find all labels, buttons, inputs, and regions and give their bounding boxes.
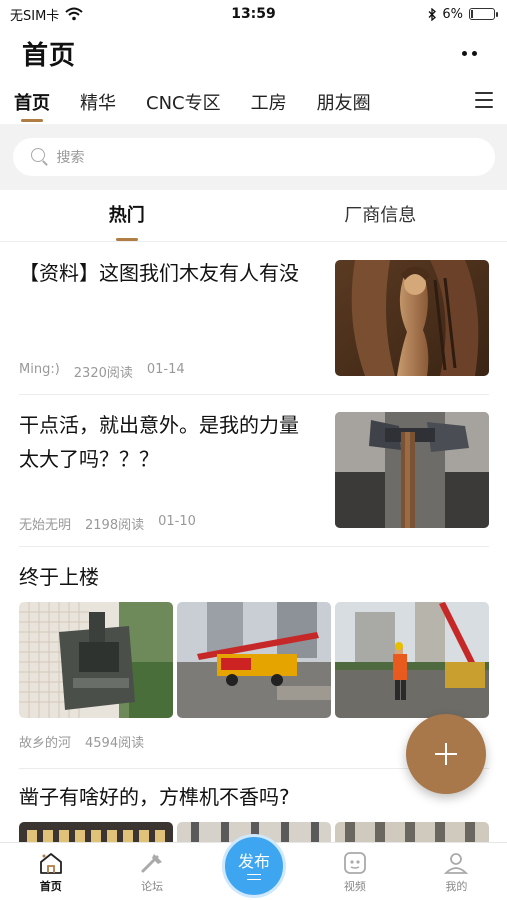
battery-fill xyxy=(471,10,473,18)
bluetooth-icon xyxy=(428,7,437,21)
post-title[interactable]: 终于上楼 xyxy=(19,560,489,594)
page-title: 首页 xyxy=(22,40,77,71)
more-options-icon[interactable] xyxy=(454,43,485,64)
publish-button[interactable]: 发布 xyxy=(222,834,286,898)
search-icon xyxy=(30,148,49,166)
channel-workshop[interactable]: 工房 xyxy=(251,80,287,124)
nav-profile[interactable]: 我的 xyxy=(406,843,507,894)
post-item[interactable]: 干点活，就出意外。是我的力量太大了吗？？？ 无始无明 2198阅读 01-10 xyxy=(19,394,489,546)
profile-icon xyxy=(444,853,469,874)
nav-profile-label: 我的 xyxy=(445,880,468,893)
channel-featured[interactable]: 精华 xyxy=(80,80,116,124)
post-author: Ming:) xyxy=(19,362,60,377)
nav-forum[interactable]: 论坛 xyxy=(101,843,202,894)
post-author: 故乡的河 xyxy=(19,736,72,751)
nav-video[interactable]: 视频 xyxy=(304,843,405,894)
status-right: 6% xyxy=(428,6,498,22)
divider xyxy=(19,546,489,547)
post-image[interactable] xyxy=(335,822,489,842)
post-title[interactable]: 凿子有啥好的，方榫机不香吗? xyxy=(19,780,489,814)
header: 首页 xyxy=(0,28,507,78)
post-meta: Ming:) 2320阅读 01-14 xyxy=(19,362,185,381)
nav-video-label: 视频 xyxy=(343,880,366,893)
search-area: 搜索 xyxy=(0,124,507,190)
channel-tabs: 首页 精华 CNC专区 工房 朋友圈 xyxy=(0,80,507,124)
post-image[interactable] xyxy=(335,602,489,718)
plus-icon xyxy=(435,743,457,765)
post-images xyxy=(19,602,489,718)
nav-forum-label: 论坛 xyxy=(141,880,164,893)
sub-tabs: 热门 厂商信息 xyxy=(0,190,507,242)
post-image[interactable] xyxy=(177,602,331,718)
nav-home-label: 首页 xyxy=(39,880,62,893)
post-author: 无始无明 xyxy=(19,518,72,533)
status-left: 无SIM卡 xyxy=(10,5,83,24)
channel-home[interactable]: 首页 xyxy=(14,80,50,124)
post-reads: 2320阅读 xyxy=(73,366,133,381)
post-item[interactable]: 凿子有啥好的，方榫机不香吗? xyxy=(19,780,489,842)
status-bar: 无SIM卡 13:59 6% xyxy=(0,0,507,28)
nav-home[interactable]: 首页 xyxy=(0,843,101,894)
post-date: 01-14 xyxy=(146,362,185,377)
channel-moments[interactable]: 朋友圈 xyxy=(317,80,371,124)
post-image[interactable] xyxy=(19,822,173,842)
post-image[interactable] xyxy=(19,602,173,718)
video-icon xyxy=(344,852,366,874)
post-item[interactable]: 终于上楼 故乡的河 4594阅读 xyxy=(19,560,489,751)
post-date: 01-10 xyxy=(158,514,196,529)
publish-label: 发布 xyxy=(237,851,270,871)
post-thumbnail[interactable] xyxy=(335,412,489,528)
tab-hot[interactable]: 热门 xyxy=(0,190,254,241)
post-meta: 无始无明 2198阅读 01-10 xyxy=(19,514,196,533)
forum-icon xyxy=(141,854,163,873)
battery-icon xyxy=(469,8,498,20)
post-thumbnail[interactable] xyxy=(335,260,489,376)
publish-icon xyxy=(247,873,261,880)
post-reads: 2198阅读 xyxy=(85,518,145,533)
search-placeholder: 搜索 xyxy=(56,150,85,166)
post-title[interactable]: 干点活，就出意外。是我的力量太大了吗？？？ xyxy=(19,408,315,476)
home-icon xyxy=(39,853,62,874)
channel-cnc[interactable]: CNC专区 xyxy=(146,80,221,124)
carrier-text: 无SIM卡 xyxy=(10,8,60,24)
wifi-icon xyxy=(65,7,83,21)
add-post-button[interactable] xyxy=(406,714,486,794)
post-reads: 4594阅读 xyxy=(85,736,145,751)
tab-vendor-info[interactable]: 厂商信息 xyxy=(254,190,507,241)
post-item[interactable]: 【资料】这图我们木友有人有没 Ming:) 2320阅读 01-14 xyxy=(19,242,489,394)
post-title[interactable]: 【资料】这图我们木友有人有没 xyxy=(19,256,315,290)
battery-text: 6% xyxy=(442,6,463,22)
menu-icon[interactable] xyxy=(475,92,493,108)
search-input[interactable]: 搜索 xyxy=(12,138,495,176)
